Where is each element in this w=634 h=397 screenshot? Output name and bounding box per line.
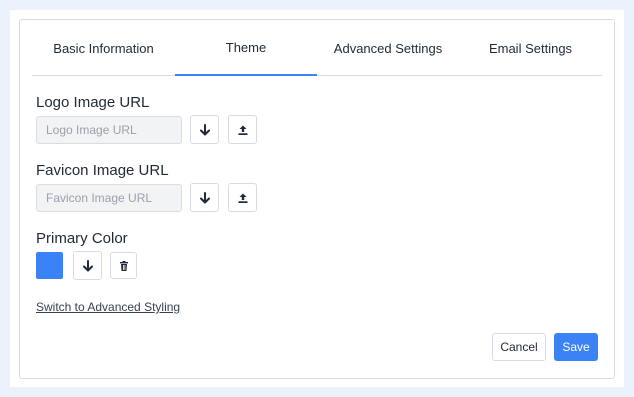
settings-card: Basic Information Theme Advanced Setting… <box>19 19 615 379</box>
favicon-upload-button[interactable] <box>228 183 257 212</box>
tab-basic-information[interactable]: Basic Information <box>32 20 175 76</box>
logo-url-label: Logo Image URL <box>36 94 150 111</box>
tab-email-settings[interactable]: Email Settings <box>459 20 602 76</box>
primary-color-download-button[interactable] <box>73 251 102 280</box>
logo-url-input[interactable] <box>36 116 182 144</box>
favicon-url-label: Favicon Image URL <box>36 162 169 179</box>
tab-theme[interactable]: Theme <box>175 20 317 76</box>
primary-color-delete-button[interactable] <box>110 252 137 279</box>
primary-color-label: Primary Color <box>36 230 128 247</box>
logo-upload-button[interactable] <box>228 115 257 144</box>
tab-bar: Basic Information Theme Advanced Setting… <box>32 20 602 76</box>
switch-advanced-styling-link[interactable]: Switch to Advanced Styling <box>36 300 180 314</box>
arrow-down-icon <box>199 191 210 203</box>
logo-download-button[interactable] <box>190 115 219 144</box>
arrow-down-icon <box>199 123 210 135</box>
favicon-url-input[interactable] <box>36 184 182 212</box>
upload-icon <box>238 125 247 135</box>
tab-advanced-settings[interactable]: Advanced Settings <box>317 20 459 76</box>
arrow-down-icon <box>82 259 93 271</box>
save-button[interactable]: Save <box>554 333 598 361</box>
upload-icon <box>238 193 247 203</box>
trash-icon <box>119 260 128 271</box>
favicon-download-button[interactable] <box>190 183 219 212</box>
cancel-button[interactable]: Cancel <box>492 333 546 361</box>
primary-color-swatch[interactable] <box>36 252 63 279</box>
